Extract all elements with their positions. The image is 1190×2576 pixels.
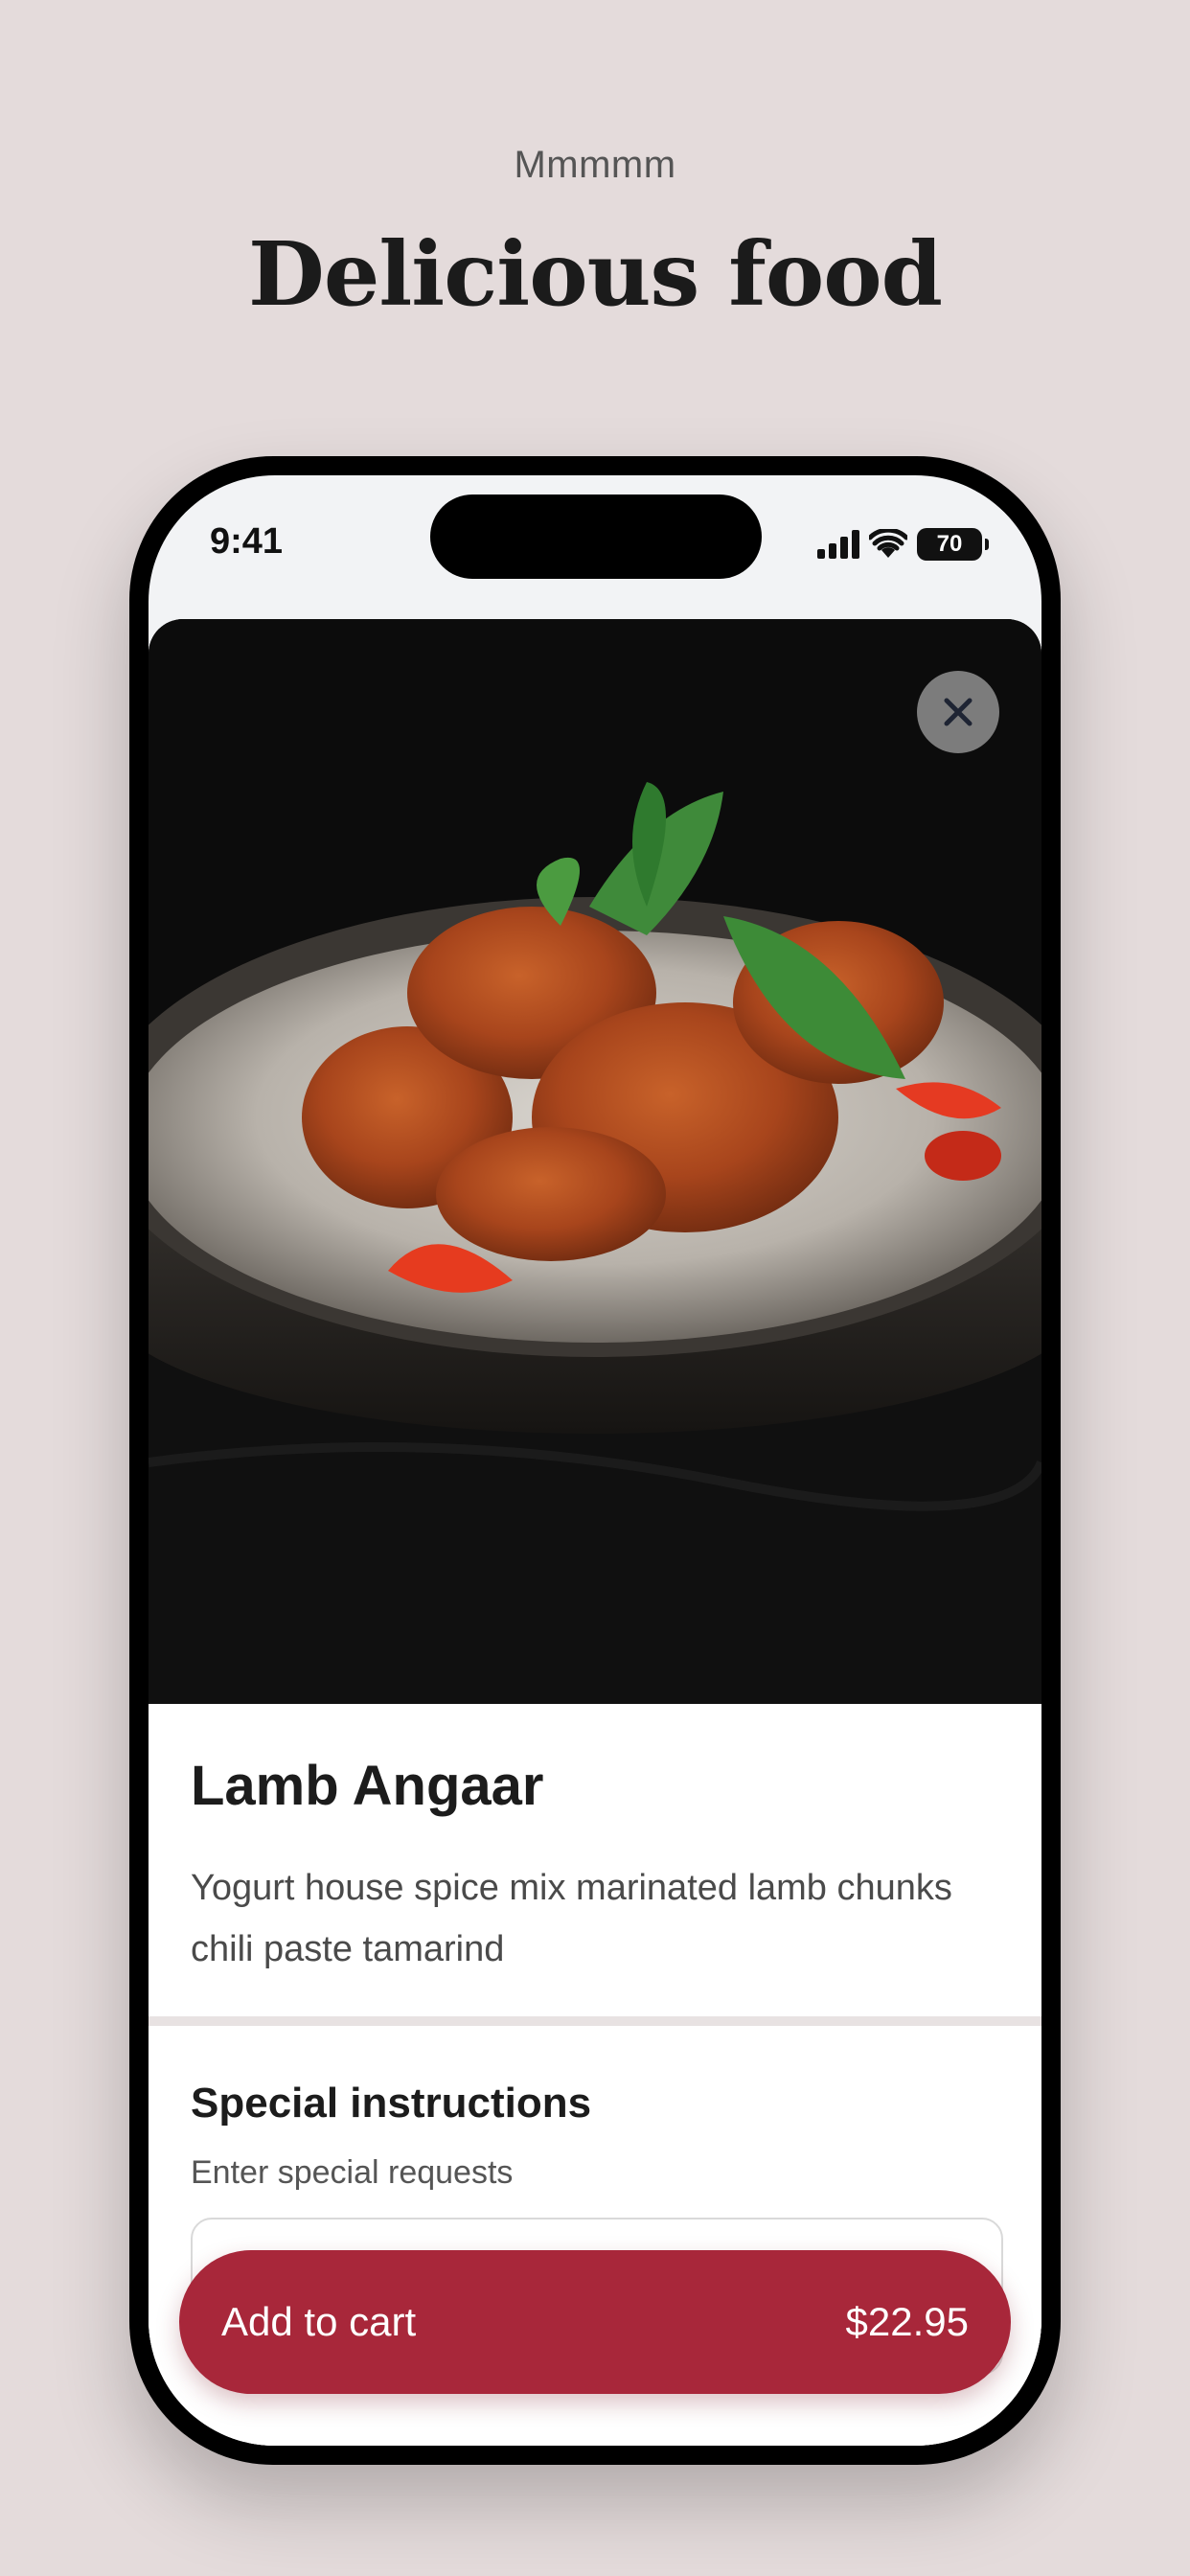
dish-description: Yogurt house spice mix marinated lamb ch… <box>191 1868 952 1969</box>
status-time: 9:41 <box>210 521 284 562</box>
battery-icon: 70 <box>917 528 989 561</box>
product-image <box>149 619 1041 1704</box>
dish-name: Lamb Angaar <box>191 1755 544 1817</box>
food-photo <box>149 619 1041 1704</box>
add-to-cart-label: Add to cart <box>221 2299 417 2344</box>
close-button[interactable] <box>917 671 999 753</box>
instructions-title: Special instructions <box>191 2080 592 2127</box>
signal-icon <box>817 530 859 559</box>
cart-price: $22.95 <box>845 2299 969 2344</box>
instructions-subtitle: Enter special requests <box>191 2154 514 2191</box>
battery-level: 70 <box>936 531 963 557</box>
close-icon <box>944 698 973 726</box>
phone-screen: 9:41 70 Lamb Angaar Yogurt house spice m… <box>149 475 1041 2446</box>
wifi-icon <box>869 529 907 558</box>
product-sheet: Lamb Angaar Yogurt house spice mix marin… <box>149 619 1041 2446</box>
product-info: Lamb Angaar Yogurt house spice mix marin… <box>149 1704 1041 2016</box>
eyebrow-text: Mmmmm <box>514 144 676 186</box>
phone-frame: 9:41 70 Lamb Angaar Yogurt house spice m… <box>129 456 1061 2465</box>
dynamic-island <box>430 494 762 579</box>
section-divider <box>149 2016 1041 2026</box>
add-to-cart-button[interactable]: Add to cart $22.95 <box>179 2250 1011 2394</box>
page-headline: Delicious food <box>248 222 943 326</box>
status-icons: 70 <box>817 525 989 564</box>
